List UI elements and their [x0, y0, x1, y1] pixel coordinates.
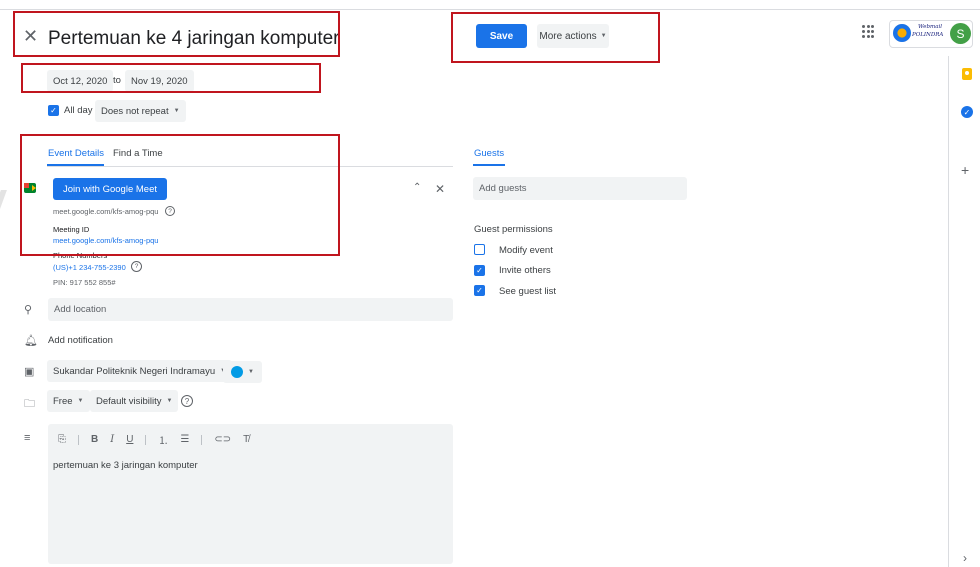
calendar-dropdown[interactable]: Sukandar Politeknik Negeri Indramayu ▼: [47, 360, 233, 382]
description-toolbar: ⎘ B I U ⒈ ☰ ⊂⊃ T̸: [58, 432, 249, 447]
briefcase-icon: 🗀︎: [24, 398, 35, 410]
add-notification-link[interactable]: Add notification: [48, 335, 113, 346]
see-guest-list-label: See guest list: [499, 286, 557, 297]
highlight-box-save: [451, 12, 660, 63]
link-icon[interactable]: ⊂⊃: [214, 434, 231, 445]
help-icon[interactable]: ?: [181, 395, 193, 407]
visibility-label: Default visibility: [96, 395, 162, 407]
toolbar-separator: [78, 434, 79, 445]
tab-guests[interactable]: Guests: [474, 148, 504, 159]
invite-others-checkbox[interactable]: ✓: [474, 265, 485, 276]
visibility-dropdown[interactable]: Default visibility ▼: [90, 390, 179, 412]
help-icon[interactable]: ?: [131, 261, 142, 272]
pin-text: PIN: 917 552 855#: [53, 278, 116, 287]
bulleted-list-icon[interactable]: ☰: [180, 434, 189, 445]
event-color-swatch: [231, 366, 243, 378]
modify-event-checkbox[interactable]: [474, 244, 485, 255]
repeat-dropdown[interactable]: Does not repeat ▼: [95, 100, 186, 122]
modify-event-label: Modify event: [499, 245, 553, 256]
location-input[interactable]: Add location: [48, 298, 453, 321]
logo-text-webmail: Webmail: [918, 24, 942, 30]
description-icon: ≡: [24, 432, 31, 444]
underline-button[interactable]: U: [126, 434, 133, 445]
add-addon-icon[interactable]: +: [961, 162, 969, 178]
chevron-down-icon: ▼: [248, 369, 254, 375]
description-text[interactable]: pertemuan ke 3 jaringan komputer: [53, 460, 198, 471]
chevron-down-icon: ▼: [77, 398, 84, 404]
chevron-down-icon: ▼: [173, 108, 180, 114]
numbered-list-icon[interactable]: ⒈: [158, 432, 168, 447]
chevron-down-icon: ▼: [166, 398, 173, 404]
highlight-box-meet: [20, 134, 340, 256]
guest-permissions-title: Guest permissions: [474, 224, 553, 235]
collapse-icon[interactable]: ⌃: [413, 182, 421, 193]
invite-others-label: Invite others: [499, 265, 551, 276]
see-guest-list-checkbox[interactable]: ✓: [474, 285, 485, 296]
logo-text-polindra: POLINDRA: [912, 32, 944, 38]
italic-button[interactable]: I: [110, 434, 114, 445]
apps-grid-icon[interactable]: [862, 25, 876, 39]
toolbar-separator: [201, 434, 203, 445]
add-guests-input[interactable]: Add guests: [473, 177, 687, 200]
highlight-box-title: [13, 11, 340, 57]
bell-icon: 🔔︎: [24, 335, 38, 347]
keep-icon[interactable]: [962, 68, 972, 80]
tasks-icon[interactable]: ✓: [961, 106, 973, 118]
calendar-name: Sukandar Politeknik Negeri Indramayu: [53, 365, 216, 377]
polindra-logo-icon: [893, 24, 911, 42]
side-panel: [948, 56, 980, 567]
calendar-icon: ▣: [24, 366, 35, 378]
location-pin-icon: ⚲: [24, 304, 33, 316]
all-day-checkbox[interactable]: ✓: [48, 105, 59, 116]
remove-conference-icon[interactable]: ✕: [435, 182, 445, 196]
repeat-label: Does not repeat: [101, 105, 169, 117]
all-day-label: All day: [64, 105, 93, 116]
avatar[interactable]: S: [950, 23, 971, 44]
guests-tab-indicator: [473, 164, 505, 166]
availability-dropdown[interactable]: Free ▼: [47, 390, 90, 412]
phone-number-link[interactable]: (US)+1 234-755-2390: [53, 263, 126, 272]
chevron-right-icon[interactable]: ›: [963, 551, 967, 565]
clear-formatting-icon[interactable]: T̸: [243, 434, 249, 445]
top-divider: [0, 9, 980, 10]
highlight-box-dates: [21, 63, 321, 93]
toolbar-separator: [145, 434, 147, 445]
bold-button[interactable]: B: [91, 434, 98, 445]
attachment-icon[interactable]: ⎘: [58, 434, 66, 445]
availability-label: Free: [53, 395, 73, 407]
